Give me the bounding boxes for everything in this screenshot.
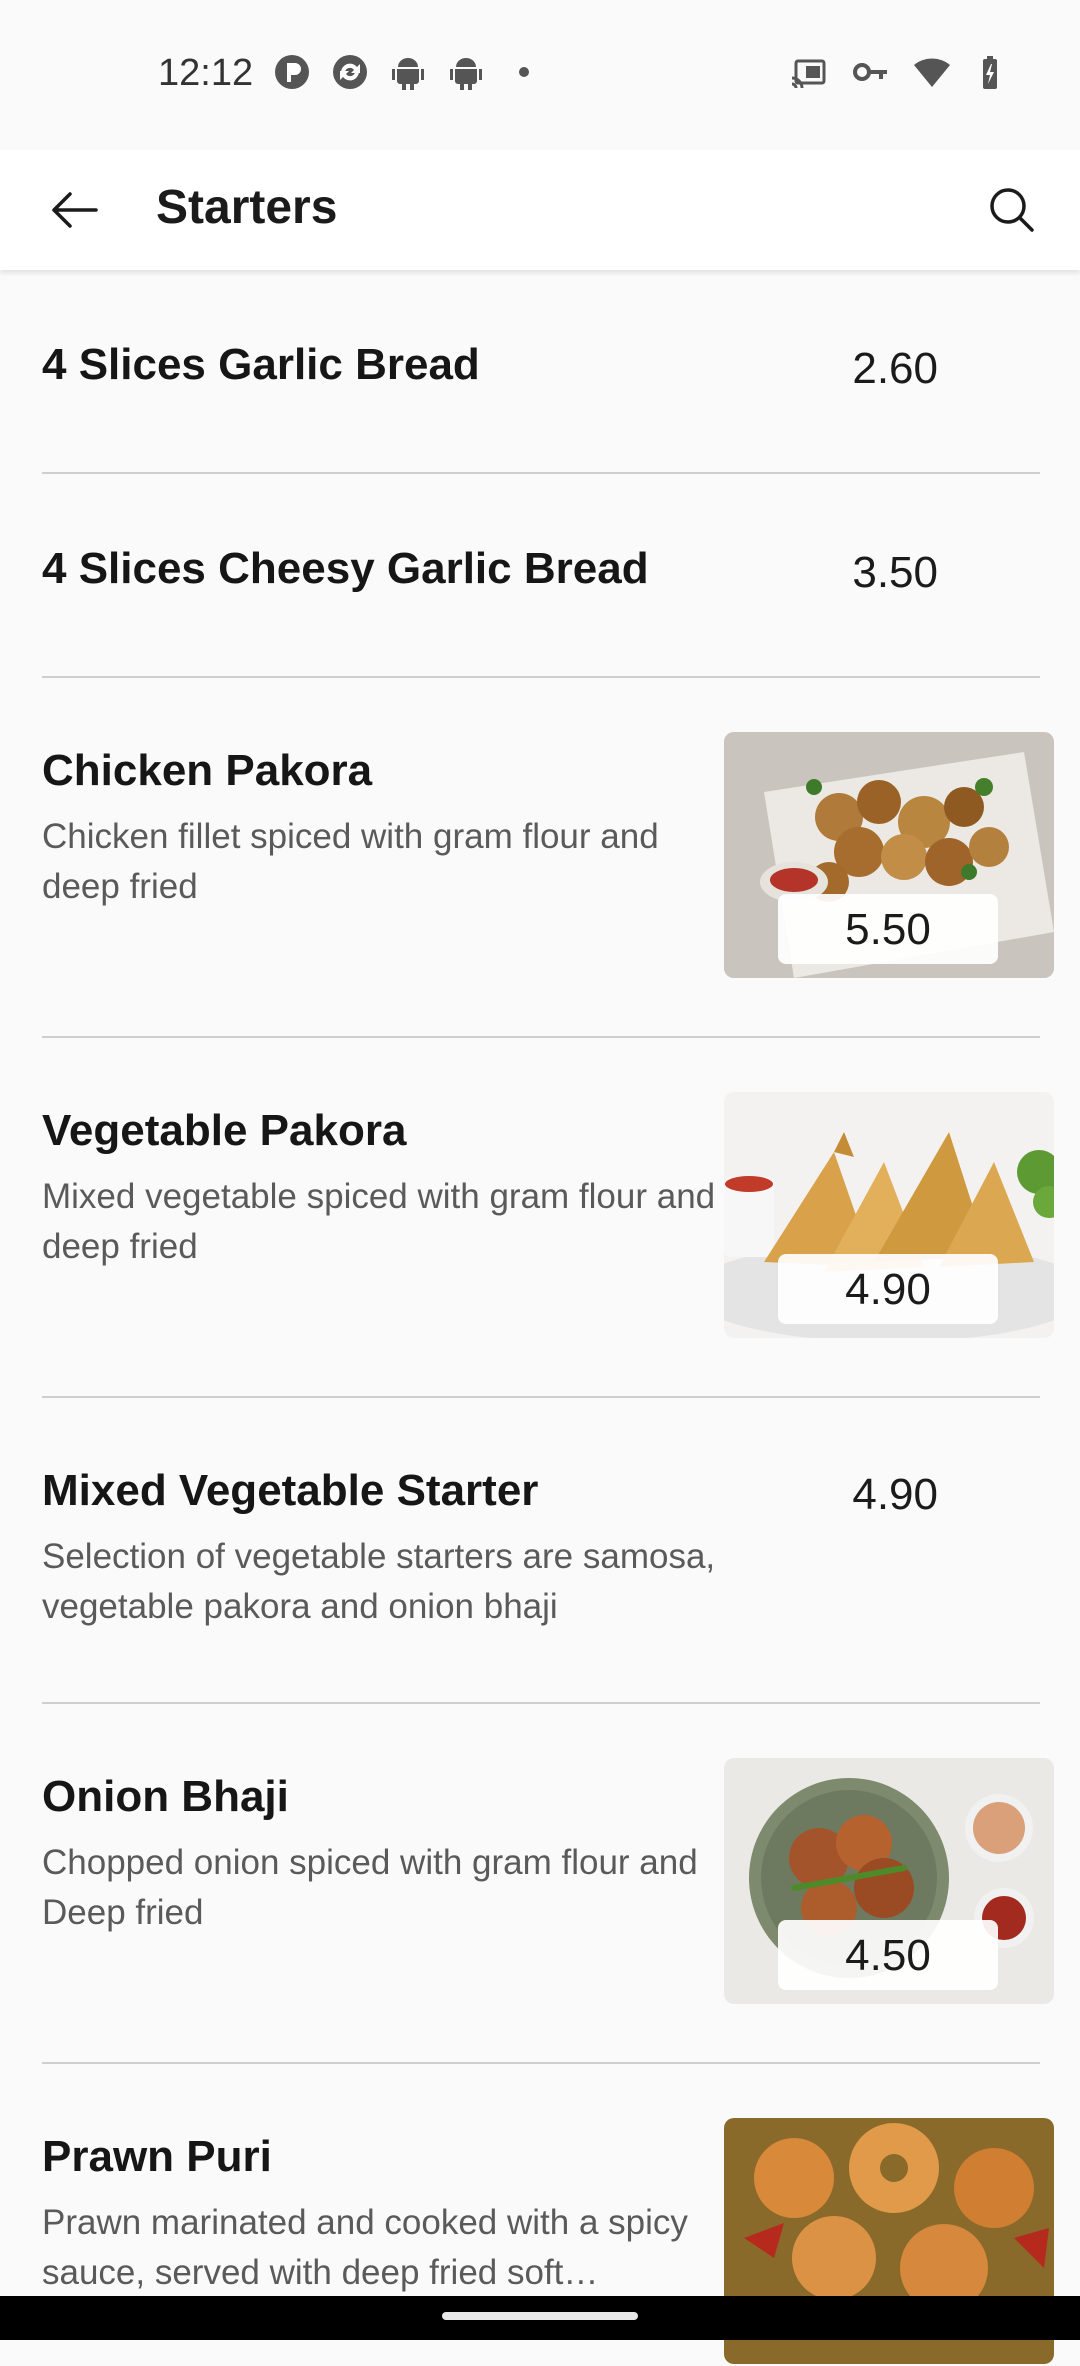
menu-item-price: 4.90 [852,1470,938,1519]
menu-item[interactable]: Chicken Pakora Chicken fillet spiced wit… [0,680,1080,1036]
menu-item[interactable]: 4 Slices Garlic Bread 2.60 [0,272,1080,472]
vpn-key-icon [850,52,890,92]
app-bar: Starters [0,150,1080,270]
sync-icon [330,52,370,92]
menu-item[interactable]: Mixed Vegetable Starter 4.90 Selection o… [0,1400,1080,1702]
menu-item-description: Chopped onion spiced with gram flour and… [42,1843,698,1932]
divider [42,1702,1040,1704]
navigation-bar [0,2296,1080,2340]
menu-item-description: Selection of vegetable starters are samo… [42,1537,716,1626]
page-title: Starters [156,181,338,234]
divider [42,1396,1040,1398]
menu-item-name: Vegetable Pakora [42,1106,407,1155]
cast-icon [788,52,828,92]
menu-item-description: Prawn marinated and cooked with a spicy … [42,2203,688,2292]
menu-item-image: 5.50 [724,732,1054,978]
wifi-icon [912,52,952,92]
back-button[interactable] [36,172,112,248]
menu-item-image: 4.90 [724,1092,1054,1338]
menu-item-image: 4.50 [724,1758,1054,2004]
menu-item-price: 3.50 [852,548,938,597]
divider [42,676,1040,678]
menu-item-name: Prawn Puri [42,2132,272,2181]
divider [42,1036,1040,1038]
menu-item-name: Onion Bhaji [42,1772,289,1821]
status-time: 12:12 [158,52,254,94]
menu-item-price: 2.60 [852,344,938,393]
dot-icon [504,52,544,92]
menu-item-name: Mixed Vegetable Starter [42,1466,539,1515]
menu-item[interactable]: Onion Bhaji Chopped onion spiced with gr… [0,1706,1080,2062]
arrow-left-icon [52,192,98,228]
status-bar: 12:12 [0,0,1080,150]
menu-item-description: Chicken fillet spiced with gram flour an… [42,817,659,906]
menu-item[interactable]: Vegetable Pakora Mixed vegetable spiced … [0,1040,1080,1396]
divider [42,472,1040,474]
menu-item-name: 4 Slices Garlic Bread [42,340,480,389]
android-icon [388,52,428,92]
status-notification-icons [272,52,544,92]
menu-item-name: 4 Slices Cheesy Garlic Bread [42,544,649,593]
menu-item-price: 4.50 [778,1920,998,1990]
status-system-icons [788,52,1014,92]
menu-item[interactable]: 4 Slices Cheesy Garlic Bread 3.50 [0,476,1080,676]
divider [42,2062,1040,2064]
menu-item-description: Mixed vegetable spiced with gram flour a… [42,1177,716,1266]
home-gesture-handle[interactable] [442,2312,638,2320]
menu-item-price: 5.50 [778,894,998,964]
android-icon [446,52,486,92]
search-button[interactable] [974,172,1050,248]
p-badge-icon [272,52,312,92]
menu-item-name: Chicken Pakora [42,746,373,795]
search-icon [990,188,1034,232]
menu-item-price: 4.90 [778,1254,998,1324]
battery-charging-icon [974,52,1014,92]
